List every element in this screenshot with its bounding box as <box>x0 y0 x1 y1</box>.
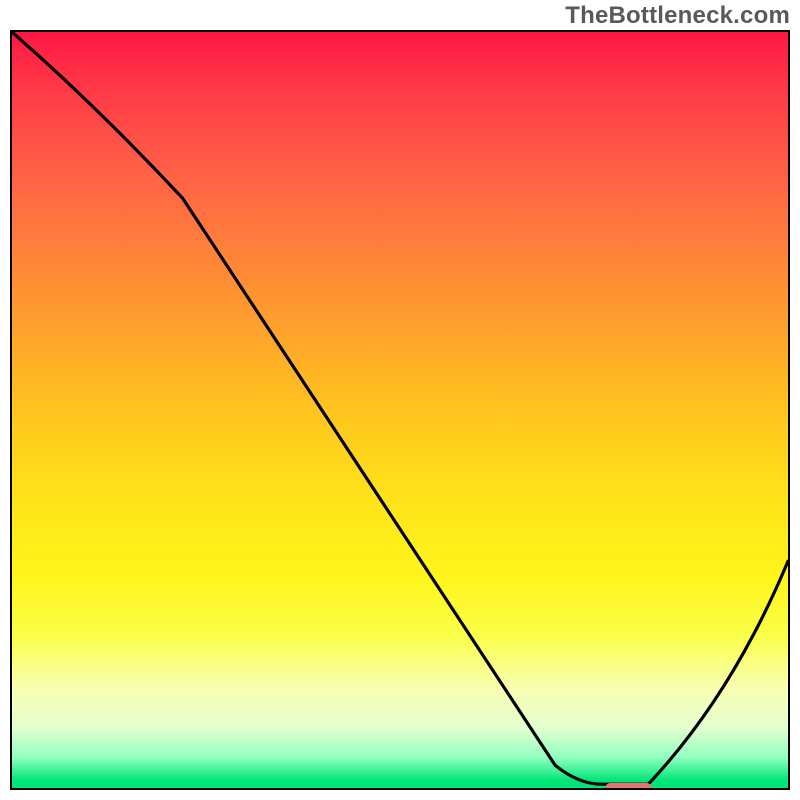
optimal-range-marker <box>605 783 652 790</box>
curve-path <box>12 32 788 784</box>
plot-area <box>10 30 790 790</box>
watermark-text: TheBottleneck.com <box>565 2 790 30</box>
bottleneck-curve <box>12 32 788 788</box>
chart-container: TheBottleneck.com <box>0 0 800 800</box>
